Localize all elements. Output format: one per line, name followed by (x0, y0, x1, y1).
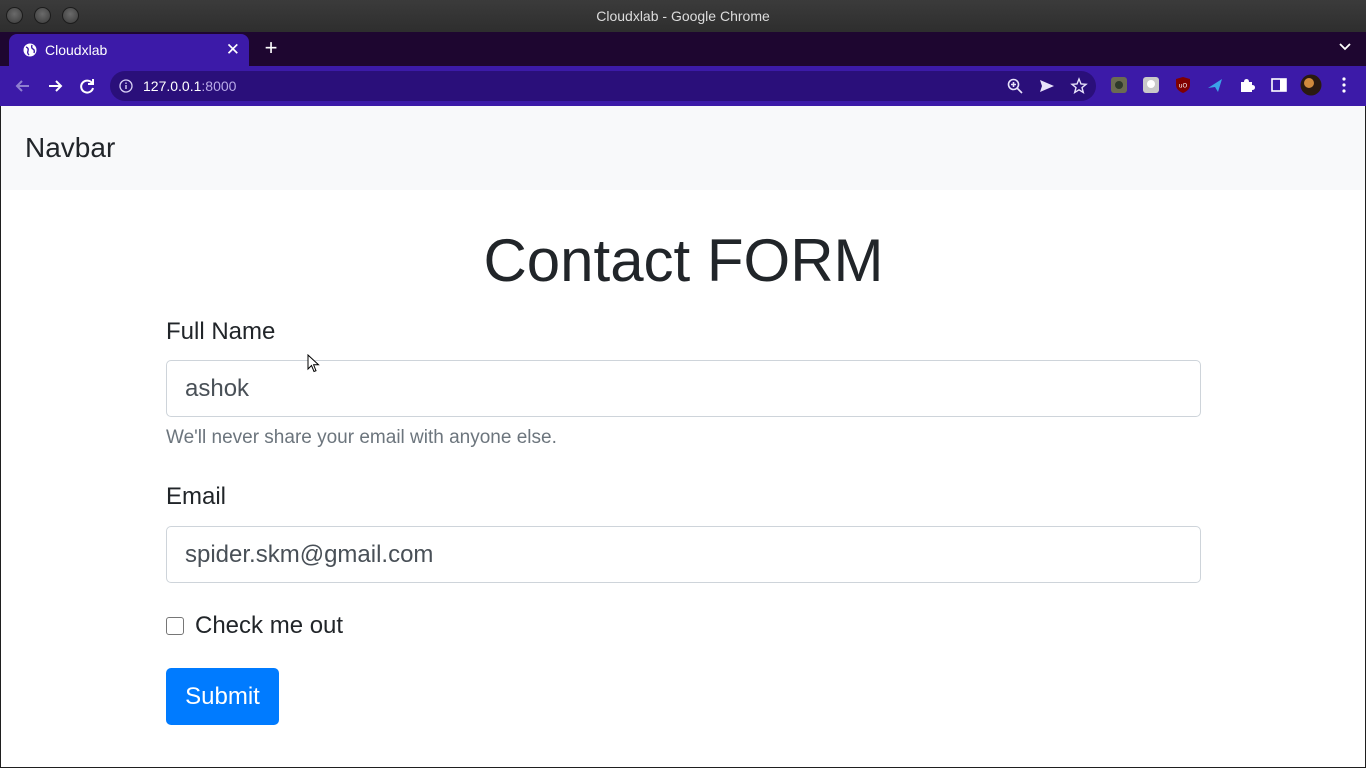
page-title: Contact FORM (483, 227, 884, 294)
contact-form: Contact FORM Full Name We'll never share… (166, 190, 1201, 725)
svg-text:uO: uO (1179, 83, 1188, 90)
full-name-input[interactable] (166, 360, 1201, 417)
email-input[interactable] (166, 526, 1201, 583)
back-icon[interactable] (12, 75, 34, 97)
check-me-out-label[interactable]: Check me out (195, 612, 343, 640)
navbar: Navbar (1, 106, 1365, 190)
full-name-help-text: We'll never share your email with anyone… (166, 427, 557, 448)
extension-4-icon[interactable] (1206, 76, 1224, 94)
tab-label: Cloudxlab (45, 42, 108, 58)
url-text: 127.0.0.1:8000 (143, 78, 237, 94)
full-name-label: Full Name (166, 318, 276, 345)
browser-toolbar: 127.0.0.1:8000 uO (0, 66, 1366, 106)
ublock-icon[interactable]: uO (1174, 76, 1192, 94)
puzzle-icon[interactable] (1238, 76, 1256, 94)
menu-kebab-icon[interactable] (1335, 76, 1353, 94)
globe-icon (23, 43, 37, 57)
check-me-out-checkbox[interactable] (166, 617, 184, 635)
address-bar[interactable]: 127.0.0.1:8000 (110, 71, 1096, 101)
window-titlebar: Cloudxlab - Google Chrome (0, 0, 1366, 32)
tab-strip: Cloudxlab ✕ + (0, 32, 1366, 66)
zoom-icon[interactable] (1006, 77, 1024, 95)
mouse-cursor-icon (307, 354, 320, 373)
window-title: Cloudxlab - Google Chrome (596, 8, 770, 24)
check-me-out-row: Check me out (166, 612, 1201, 640)
tab-close-icon[interactable]: ✕ (226, 40, 240, 60)
side-panel-icon[interactable] (1270, 76, 1288, 94)
email-group: Email (166, 483, 1201, 583)
submit-button[interactable]: Submit (166, 668, 279, 725)
site-info-icon[interactable] (119, 79, 133, 93)
extension-1-icon[interactable] (1110, 76, 1128, 94)
forward-icon[interactable] (44, 75, 66, 97)
new-tab-button[interactable]: + (260, 36, 282, 60)
chevron-down-icon[interactable] (1338, 40, 1352, 54)
page-viewport: Navbar Contact FORM Full Name We'll neve… (1, 106, 1365, 767)
reload-icon[interactable] (76, 75, 98, 97)
navbar-brand[interactable]: Navbar (25, 132, 115, 164)
tab-cloudxlab[interactable]: Cloudxlab ✕ (9, 34, 249, 66)
send-icon[interactable] (1038, 77, 1056, 95)
full-name-group: Full Name We'll never share your email w… (166, 318, 1201, 449)
profile-avatar-icon[interactable] (1300, 74, 1322, 96)
extension-2-icon[interactable] (1142, 76, 1160, 94)
email-label: Email (166, 483, 227, 510)
star-icon[interactable] (1070, 77, 1088, 95)
